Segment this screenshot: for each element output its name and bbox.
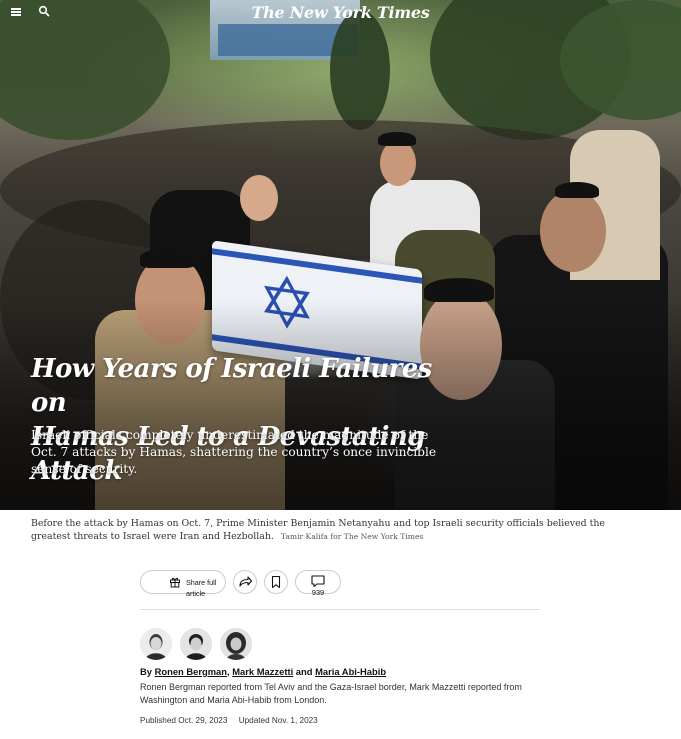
tree (330, 10, 390, 130)
article-dates: Published Oct. 29, 2023 Updated Nov. 1, … (140, 716, 540, 725)
comments-button[interactable]: 939 (295, 570, 341, 597)
mourner-head (380, 140, 416, 186)
share-button[interactable] (233, 570, 257, 594)
author-photo (140, 628, 172, 660)
published-date: Published Oct. 29, 2023 (140, 716, 228, 725)
masthead-logo[interactable]: The New York Times (0, 3, 681, 22)
byline-conjunction: and (295, 666, 313, 677)
byline-prefix: By (140, 666, 152, 677)
avatar-mark-mazzetti[interactable] (180, 628, 212, 660)
byline: By Ronen Bergman, Mark Mazzetti and Mari… (140, 666, 560, 677)
photo-caption: Before the attack by Hamas on Oct. 7, Pr… (31, 518, 631, 543)
divider (140, 609, 540, 610)
gift-icon (170, 577, 180, 588)
mourner-kippah (424, 278, 494, 302)
share-full-article-button[interactable]: Share full article (140, 570, 226, 598)
mourner-head (540, 190, 606, 272)
mourner-head (240, 175, 278, 221)
mourner-kippah (378, 132, 416, 146)
author-link-mark-mazzetti[interactable]: Mark Mazzetti (232, 666, 293, 677)
avatar-maria-abi-habib[interactable] (220, 628, 252, 660)
author-photo (220, 628, 252, 660)
article-actions: Share full article 939 (140, 570, 540, 598)
updated-date: Updated Nov. 1, 2023 (238, 716, 318, 725)
bookmark-icon (271, 575, 281, 589)
reporting-locations: Ronen Bergman reported from Tel Aviv and… (140, 682, 522, 705)
author-link-ronen-bergman[interactable]: Ronen Bergman (155, 666, 227, 677)
save-button[interactable] (264, 570, 288, 594)
mourner-kippah (140, 248, 196, 268)
headline-line-1: How Years of Israeli Failures on (31, 354, 432, 418)
avatar-ronen-bergman[interactable] (140, 628, 172, 660)
article-summary: Israeli officials completely underestima… (31, 428, 437, 476)
byline-separator: , (227, 666, 230, 677)
mourner-kippah (555, 182, 599, 198)
share-icon (239, 576, 253, 587)
share-full-article-label: Share full article (186, 578, 217, 598)
top-bar: The New York Times (0, 0, 681, 26)
comment-count: 939 (311, 588, 325, 597)
author-photo (180, 628, 212, 660)
author-link-maria-abi-habib[interactable]: Maria Abi-Habib (315, 666, 386, 677)
photo-credit: Tamir Kalifa for The New York Times (280, 531, 424, 541)
